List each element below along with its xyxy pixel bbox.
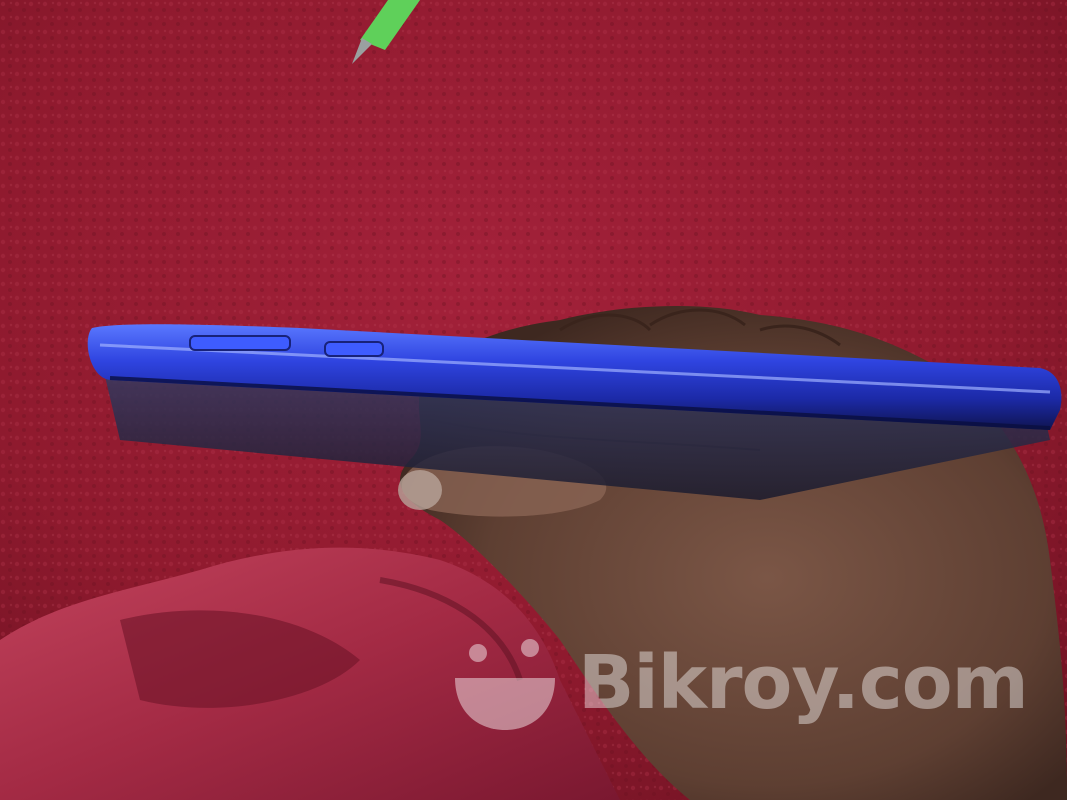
power-button xyxy=(324,341,384,357)
watermark-text: Bikroy.com xyxy=(578,640,1029,726)
product-photo: Bikroy.com xyxy=(0,0,1067,800)
volume-button xyxy=(189,335,291,351)
